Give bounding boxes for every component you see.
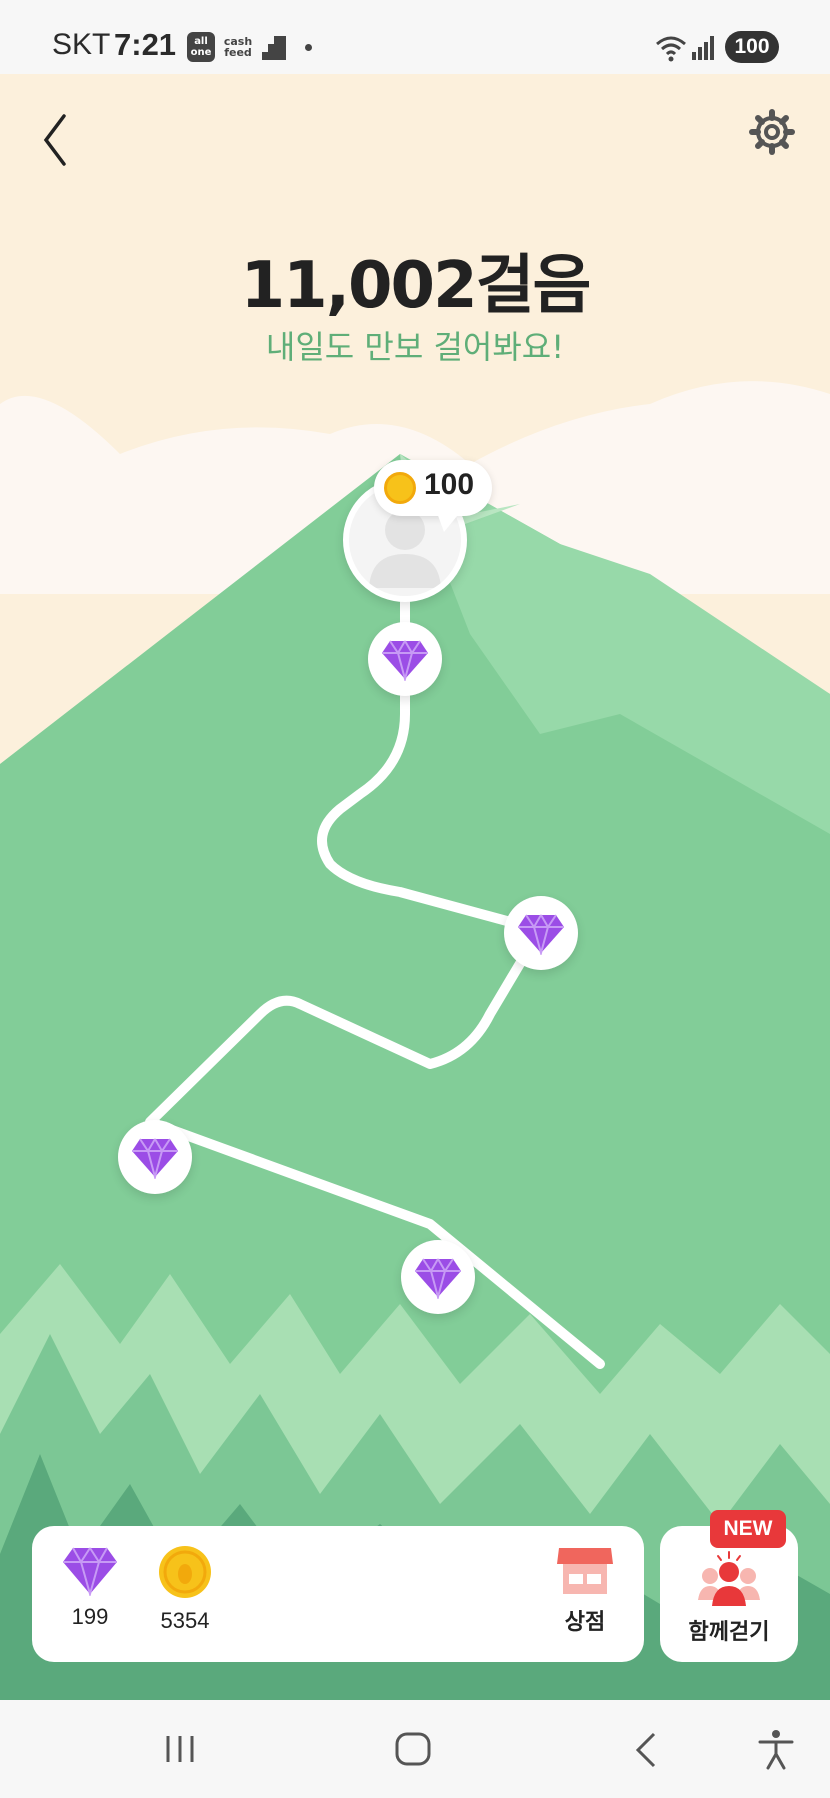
clock: 7:21 — [114, 27, 177, 62]
recent-apps-button[interactable] — [160, 1728, 200, 1772]
shop-button[interactable]: 상점 — [552, 1544, 618, 1636]
gem-icon — [382, 640, 428, 681]
coin-bubble-count: 100 — [424, 468, 475, 501]
notification-dot-icon — [305, 44, 312, 51]
bubble-tail — [436, 510, 462, 532]
gem-count: 199 — [71, 1604, 109, 1629]
coin-icon — [159, 1546, 211, 1598]
group-people-icon — [698, 1551, 760, 1606]
back-button[interactable] — [34, 102, 78, 178]
status-bar: SKT 7:21 all one cash feed 100 — [0, 0, 830, 74]
gem-node[interactable] — [504, 896, 578, 970]
accessibility-button[interactable] — [756, 1728, 796, 1772]
shop-label: 상점 — [564, 1610, 606, 1635]
walking-scene: 11,002걸음 내일도 만보 걸어봐요! 100 — [0, 74, 830, 1700]
inventory-card: 199 5354 상점 — [32, 1526, 644, 1662]
new-badge: NEW — [710, 1510, 786, 1548]
gem-node[interactable] — [368, 622, 442, 696]
cashfeed-app-icon: cash feed — [223, 35, 253, 59]
gem-icon — [63, 1547, 117, 1598]
allone-app-icon: all one — [187, 32, 215, 62]
slogan-text: 내일도 만보 걸어봐요! — [265, 328, 565, 366]
wifi-icon — [656, 36, 686, 62]
coin-icon — [384, 472, 416, 504]
step-count: 11,002걸음 — [240, 249, 592, 323]
coin-bubble[interactable]: 100 — [374, 460, 492, 516]
settings-button[interactable] — [748, 108, 796, 156]
walk-together-label: 함께걷기 — [688, 1620, 770, 1645]
gem-icon — [415, 1258, 461, 1299]
coin-inventory[interactable]: 5354 — [148, 1544, 222, 1634]
system-nav-bar — [0, 1700, 830, 1798]
gem-inventory[interactable]: 199 — [58, 1544, 122, 1630]
signal-icon — [692, 36, 714, 60]
carrier-label: SKT — [52, 28, 111, 61]
chevron-left-icon — [43, 114, 66, 166]
steps-app-icon — [262, 36, 286, 60]
gem-icon — [132, 1138, 178, 1179]
home-button[interactable] — [392, 1728, 436, 1772]
coin-count: 5354 — [160, 1608, 210, 1633]
battery-indicator: 100 — [725, 31, 779, 63]
store-icon — [557, 1548, 613, 1594]
gear-icon — [749, 109, 795, 155]
gem-node[interactable] — [118, 1120, 192, 1194]
nav-back-button[interactable] — [628, 1728, 668, 1772]
gem-node[interactable] — [401, 1240, 475, 1314]
gem-icon — [518, 914, 564, 955]
